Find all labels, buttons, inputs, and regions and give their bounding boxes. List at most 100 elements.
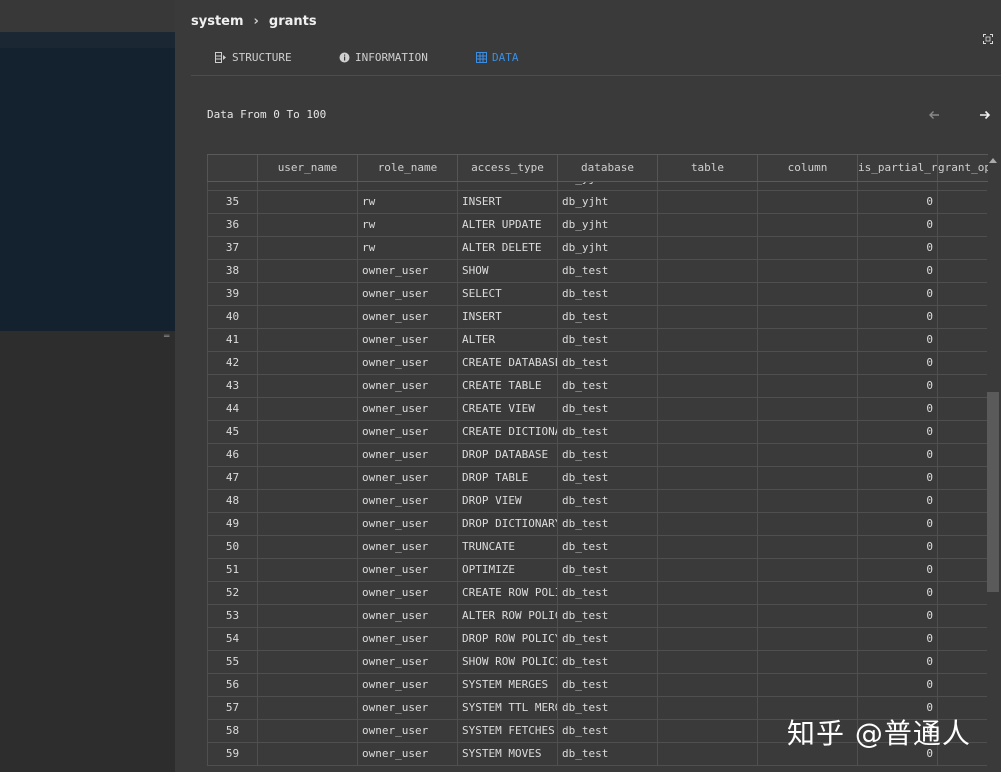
table-cell[interactable] [757, 213, 857, 236]
table-cell[interactable]: db_test [557, 420, 657, 443]
table-cell[interactable]: 0 [857, 374, 937, 397]
table-cell[interactable]: 0 [857, 420, 937, 443]
column-header[interactable]: grant_option [937, 155, 988, 181]
table-cell[interactable] [657, 420, 757, 443]
table-cell[interactable]: db_test [557, 351, 657, 374]
table-row[interactable]: 41 owner_user ALTER db_test 0 [207, 328, 988, 352]
table-cell[interactable] [937, 673, 988, 696]
table-cell[interactable]: db_test [557, 604, 657, 627]
table-cell[interactable]: db_test [557, 742, 657, 765]
table-cell[interactable]: owner_user [357, 374, 457, 397]
table-cell[interactable]: owner_user [357, 650, 457, 673]
table-row[interactable]: 56 owner_user SYSTEM MERGES db_test 0 [207, 673, 988, 697]
table-cell[interactable]: owner_user [357, 466, 457, 489]
table-cell[interactable] [657, 282, 757, 305]
table-cell[interactable]: rw [357, 236, 457, 259]
table-cell[interactable] [657, 443, 757, 466]
table-cell[interactable]: owner_user [357, 282, 457, 305]
table-cell[interactable] [757, 282, 857, 305]
table-cell[interactable]: db_test [557, 305, 657, 328]
table-cell[interactable] [937, 512, 988, 535]
table-cell[interactable] [657, 351, 757, 374]
table-cell[interactable] [257, 673, 357, 696]
table-row[interactable]: 53 owner_userALTER ROW POLICYdb_test 0 [207, 604, 988, 628]
table-cell[interactable] [257, 282, 357, 305]
table-cell[interactable]: TRUNCATE [457, 535, 557, 558]
table-cell[interactable] [657, 581, 757, 604]
arrow-right-icon[interactable] [978, 108, 992, 122]
table-cell[interactable]: CREATE ROW POLICY [457, 581, 557, 604]
table-cell[interactable]: db_test [557, 282, 657, 305]
table-cell[interactable] [257, 696, 357, 719]
table-cell[interactable] [257, 581, 357, 604]
table-row[interactable]: 52 owner_userCREATE ROW POLICYdb_test 0 [207, 581, 988, 605]
table-row[interactable]: 35 rw INSERT db_yjht 0 [207, 190, 988, 214]
table-row[interactable]: 44 owner_user CREATE VIEW db_test 0 [207, 397, 988, 421]
table-cell[interactable] [757, 466, 857, 489]
table-cell[interactable] [257, 374, 357, 397]
table-cell[interactable]: owner_user [357, 673, 457, 696]
table-cell[interactable]: CREATE TABLE [457, 374, 557, 397]
table-cell[interactable] [657, 627, 757, 650]
resize-handle-icon[interactable]: ═ [164, 333, 174, 343]
table-cell[interactable] [757, 259, 857, 282]
table-cell[interactable]: DROP VIEW [457, 489, 557, 512]
table-cell[interactable]: 0 [857, 558, 937, 581]
table-cell[interactable]: SELECT [457, 282, 557, 305]
column-header[interactable]: role_name [357, 155, 457, 181]
table-row[interactable]: 55 owner_userSHOW ROW POLICIESdb_test 0 [207, 650, 988, 674]
table-cell[interactable] [757, 443, 857, 466]
table-cell[interactable] [657, 466, 757, 489]
table-cell[interactable] [257, 259, 357, 282]
table-cell[interactable]: 0 [857, 512, 937, 535]
column-header[interactable]: access_type [457, 155, 557, 181]
table-cell[interactable]: CREATE VIEW [457, 397, 557, 420]
column-header[interactable]: column [757, 155, 857, 181]
table-cell[interactable]: CREATE DICTIONARY [457, 420, 557, 443]
table-cell[interactable] [757, 535, 857, 558]
table-cell[interactable]: owner_user [357, 512, 457, 535]
table-row[interactable]: 49 owner_user DROP DICTIONARY db_test 0 [207, 512, 988, 536]
table-cell[interactable] [657, 558, 757, 581]
table-cell[interactable] [657, 236, 757, 259]
table-cell[interactable] [257, 305, 357, 328]
scrollbar-thumb[interactable] [987, 392, 999, 592]
data-grid[interactable]: 34rwSELECTdb_yjht035rwINSERTdb_yjht036rw… [207, 154, 988, 772]
table-cell[interactable]: SYSTEM TTL MERGES [457, 696, 557, 719]
table-cell[interactable]: db_test [557, 650, 657, 673]
table-cell[interactable]: db_test [557, 535, 657, 558]
table-cell[interactable]: db_test [557, 397, 657, 420]
table-row[interactable]: 54 owner_user DROP ROW POLICY db_test 0 [207, 627, 988, 651]
table-cell[interactable] [257, 489, 357, 512]
table-cell[interactable] [937, 351, 988, 374]
table-cell[interactable] [937, 466, 988, 489]
table-row[interactable]: 39 owner_user SELECT db_test 0 [207, 282, 988, 306]
table-cell[interactable]: rw [357, 190, 457, 213]
table-cell[interactable] [937, 581, 988, 604]
table-cell[interactable] [657, 489, 757, 512]
table-cell[interactable]: 0 [857, 397, 937, 420]
tab-structure[interactable]: STRUCTURE [215, 51, 292, 64]
table-cell[interactable] [257, 213, 357, 236]
table-cell[interactable]: owner_user [357, 535, 457, 558]
table-cell[interactable] [937, 489, 988, 512]
table-cell[interactable]: db_test [557, 443, 657, 466]
table-cell[interactable]: 0 [857, 535, 937, 558]
table-cell[interactable] [937, 236, 988, 259]
table-cell[interactable] [657, 374, 757, 397]
table-row[interactable]: 48 owner_user DROP VIEW db_test 0 [207, 489, 988, 513]
table-cell[interactable] [757, 397, 857, 420]
table-cell[interactable]: OPTIMIZE [457, 558, 557, 581]
table-cell[interactable] [257, 190, 357, 213]
table-cell[interactable]: SYSTEM MOVES [457, 742, 557, 765]
table-row[interactable]: 50 owner_user TRUNCATE db_test 0 [207, 535, 988, 559]
table-cell[interactable]: db_test [557, 489, 657, 512]
table-cell[interactable]: owner_user [357, 604, 457, 627]
table-row[interactable]: 46 owner_user DROP DATABASE db_test 0 [207, 443, 988, 467]
table-cell[interactable]: INSERT [457, 190, 557, 213]
table-cell[interactable]: 0 [857, 443, 937, 466]
table-cell[interactable] [657, 259, 757, 282]
table-row[interactable]: 47 owner_user DROP TABLE db_test 0 [207, 466, 988, 490]
table-cell[interactable] [257, 650, 357, 673]
table-cell[interactable]: 0 [857, 328, 937, 351]
